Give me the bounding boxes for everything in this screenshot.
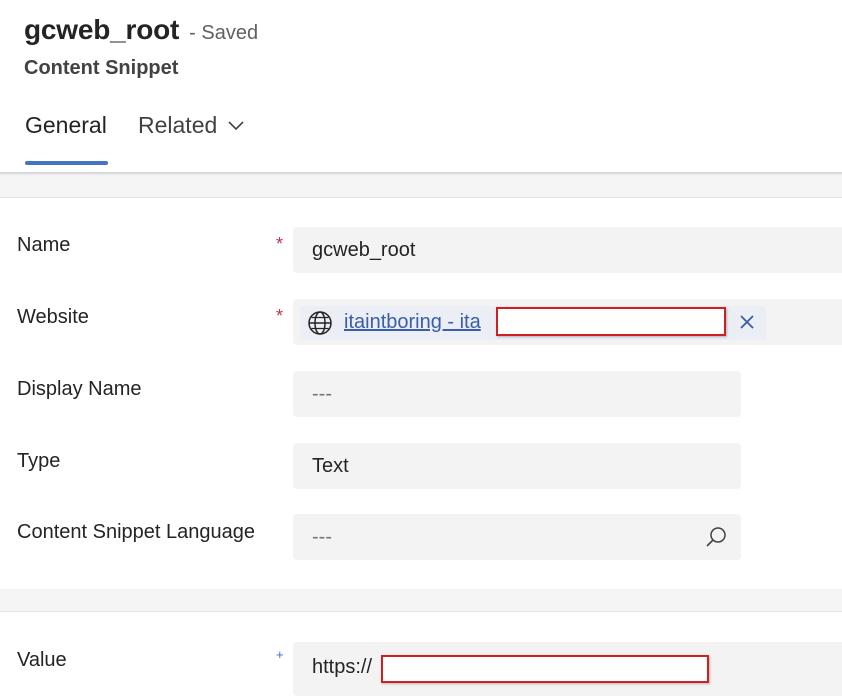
type-label: Type: [17, 450, 61, 472]
display-name-value: ---: [312, 382, 332, 405]
language-value: ---: [312, 525, 332, 548]
section-gap: [0, 589, 842, 611]
title-row: gcweb_root - Saved: [24, 14, 258, 46]
type-value: Text: [312, 454, 349, 477]
entity-type-label: Content Snippet: [24, 57, 179, 79]
chevron-down-icon: [228, 120, 244, 130]
name-label: Name: [17, 234, 71, 256]
website-label: Website: [17, 306, 89, 328]
search-icon[interactable]: [704, 525, 728, 549]
language-lookup-field[interactable]: ---: [293, 514, 741, 560]
section-gap: [0, 175, 842, 197]
value-text: https://: [312, 656, 373, 678]
globe-icon: [308, 311, 332, 335]
record-title: gcweb_root: [24, 14, 180, 45]
website-lookup-link[interactable]: itaintboring - ita: [344, 311, 481, 334]
tab-related-label: Related: [138, 112, 218, 138]
close-icon[interactable]: [736, 311, 758, 333]
save-status: - Saved: [189, 22, 259, 44]
selected-tab-indicator: [25, 161, 108, 165]
redaction-box: [381, 655, 709, 683]
display-name-label: Display Name: [17, 378, 142, 400]
name-value: gcweb_root: [312, 238, 416, 261]
display-name-field[interactable]: ---: [293, 371, 741, 417]
value-label: Value: [17, 649, 67, 671]
required-marker: *: [276, 234, 284, 254]
tab-related[interactable]: Related: [138, 112, 245, 139]
type-select[interactable]: Text: [293, 443, 741, 489]
tab-general-label: General: [25, 112, 107, 138]
tab-general[interactable]: General: [25, 112, 107, 139]
record-header: gcweb_root - Saved Content Snippet Gener…: [0, 0, 842, 174]
recommended-marker: +: [276, 647, 284, 662]
required-marker: *: [276, 306, 284, 326]
name-field[interactable]: gcweb_root: [293, 227, 842, 273]
redaction-box: [496, 307, 726, 336]
language-label: Content Snippet Language: [17, 521, 255, 543]
